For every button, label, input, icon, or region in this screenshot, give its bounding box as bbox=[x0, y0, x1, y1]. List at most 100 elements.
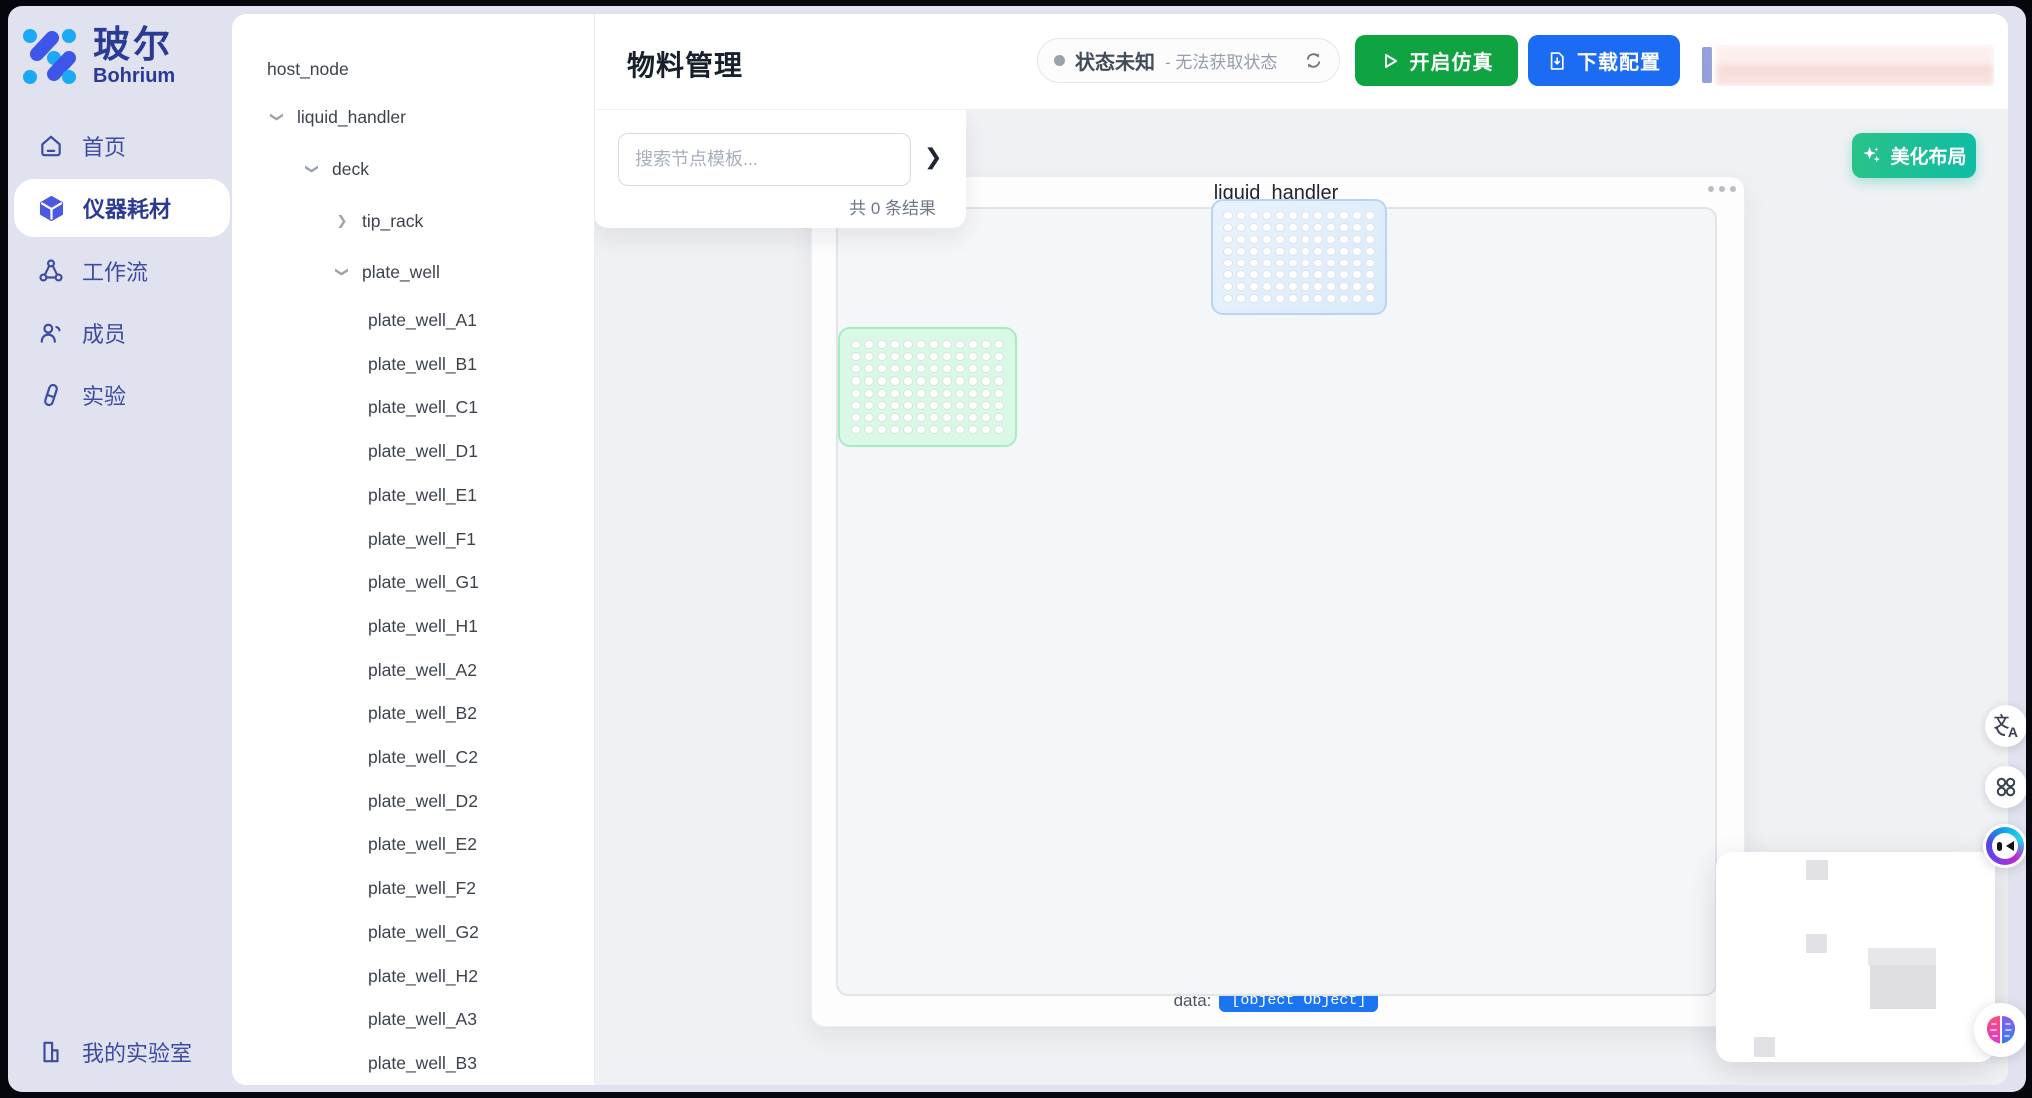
well bbox=[1223, 235, 1233, 244]
well bbox=[994, 425, 1004, 434]
well bbox=[1313, 211, 1323, 220]
search-input[interactable] bbox=[618, 133, 911, 186]
tree-item-plate_well_G2[interactable]: plate_well_G2 bbox=[368, 920, 479, 944]
tree-item-label: plate_well_C1 bbox=[368, 397, 478, 417]
tree-item-plate_well_C1[interactable]: plate_well_C1 bbox=[368, 395, 478, 419]
well bbox=[1352, 211, 1362, 220]
well bbox=[1301, 247, 1311, 256]
sidebar-item-members[interactable]: 成员 bbox=[14, 309, 230, 357]
well bbox=[1365, 247, 1375, 256]
download-config-button[interactable]: 下载配置 bbox=[1528, 35, 1680, 86]
well bbox=[1223, 211, 1233, 220]
well bbox=[877, 364, 887, 373]
tree-item-liquid_handler[interactable]: ❯liquid_handler bbox=[297, 105, 406, 129]
well bbox=[1262, 282, 1272, 291]
tree-item-plate_well_D2[interactable]: plate_well_D2 bbox=[368, 789, 478, 813]
sidebar-item-workflow[interactable]: 工作流 bbox=[14, 247, 230, 295]
tree-item-plate_well_F1[interactable]: plate_well_F1 bbox=[368, 527, 476, 551]
tree-item-plate_well_H1[interactable]: plate_well_H1 bbox=[368, 614, 478, 638]
chevron-down-icon[interactable]: ❯ bbox=[300, 162, 324, 176]
ellipsis-icon[interactable] bbox=[1708, 186, 1736, 192]
sidebar-item-home[interactable]: 首页 bbox=[14, 122, 230, 170]
well bbox=[968, 376, 978, 385]
well bbox=[1249, 282, 1259, 291]
node-search-panel: ❯ 共 0 条结果 bbox=[595, 110, 966, 228]
well bbox=[1236, 259, 1246, 268]
well bbox=[1275, 223, 1285, 232]
well bbox=[864, 401, 874, 410]
translate-button[interactable]: 文A bbox=[1985, 705, 2026, 747]
well bbox=[1326, 247, 1336, 256]
chevron-down-icon[interactable]: ❯ bbox=[330, 265, 354, 279]
well bbox=[877, 340, 887, 349]
tree-item-plate_well_C2[interactable]: plate_well_C2 bbox=[368, 745, 478, 769]
well bbox=[1301, 211, 1311, 220]
tree-item-plate_well_H2[interactable]: plate_well_H2 bbox=[368, 964, 478, 988]
well bbox=[955, 413, 965, 422]
well bbox=[1288, 259, 1298, 268]
tip-rack-plate[interactable] bbox=[1211, 199, 1387, 315]
layout-canvas: liquid_handler data: [object Object] 美化布… bbox=[595, 110, 2008, 1085]
well bbox=[1339, 270, 1349, 279]
home-icon bbox=[38, 133, 64, 159]
well bbox=[1339, 282, 1349, 291]
tree-item-plate_well_B3[interactable]: plate_well_B3 bbox=[368, 1051, 477, 1075]
well bbox=[864, 340, 874, 349]
tree-item-plate_well_F2[interactable]: plate_well_F2 bbox=[368, 876, 476, 900]
well bbox=[1249, 223, 1259, 232]
tree-item-plate_well_E1[interactable]: plate_well_E1 bbox=[368, 483, 477, 507]
tree-item-deck[interactable]: ❯deck bbox=[332, 157, 369, 181]
sidebar-item-instruments[interactable]: 仪器耗材 bbox=[14, 179, 230, 237]
start-simulation-button[interactable]: 开启仿真 bbox=[1355, 35, 1518, 86]
sidebar-item-my-lab[interactable]: 我的实验室 bbox=[14, 1028, 230, 1076]
ai-brain-button[interactable] bbox=[1974, 1003, 2026, 1057]
tree-item-host_node[interactable]: host_node bbox=[267, 57, 349, 81]
well bbox=[1288, 235, 1298, 244]
well bbox=[1301, 259, 1311, 268]
well bbox=[1288, 294, 1298, 303]
tree-item-plate_well_G1[interactable]: plate_well_G1 bbox=[368, 570, 479, 594]
tree-item-plate_well_D1[interactable]: plate_well_D1 bbox=[368, 439, 478, 463]
well bbox=[890, 389, 900, 398]
tree-item-plate_well[interactable]: ❯plate_well bbox=[362, 260, 440, 284]
well bbox=[890, 413, 900, 422]
sidebar-item-experiments[interactable]: 实验 bbox=[14, 371, 230, 419]
well bbox=[968, 401, 978, 410]
refresh-icon[interactable] bbox=[1304, 51, 1323, 70]
well bbox=[981, 389, 991, 398]
well bbox=[1326, 235, 1336, 244]
robot-assistant-button[interactable] bbox=[1983, 824, 2026, 868]
logo-subtitle: Bohrium bbox=[93, 65, 175, 87]
well bbox=[1339, 223, 1349, 232]
well-plate[interactable] bbox=[838, 327, 1017, 447]
sidebar-item-label: 实验 bbox=[82, 379, 126, 411]
apps-button[interactable] bbox=[1985, 766, 2026, 808]
tree-item-plate_well_A3[interactable]: plate_well_A3 bbox=[368, 1007, 477, 1031]
well bbox=[1236, 223, 1246, 232]
chevron-down-icon[interactable]: ❯ bbox=[265, 110, 289, 124]
sidebar-footer-label: 我的实验室 bbox=[82, 1036, 192, 1068]
members-icon bbox=[38, 320, 64, 346]
tree-item-tip_rack[interactable]: ❯tip_rack bbox=[362, 209, 423, 233]
minimap[interactable] bbox=[1716, 852, 1995, 1062]
well bbox=[916, 389, 926, 398]
tree-item-plate_well_B1[interactable]: plate_well_B1 bbox=[368, 352, 477, 376]
tree-item-plate_well_A1[interactable]: plate_well_A1 bbox=[368, 308, 477, 332]
tree-item-plate_well_B2[interactable]: plate_well_B2 bbox=[368, 701, 477, 725]
liquid-handler-node[interactable] bbox=[836, 207, 1717, 996]
beautify-layout-button[interactable]: 美化布局 bbox=[1852, 133, 1976, 178]
well bbox=[968, 389, 978, 398]
well bbox=[1288, 247, 1298, 256]
search-submit-chevron-icon[interactable]: ❯ bbox=[924, 144, 942, 170]
chevron-right-icon[interactable]: ❯ bbox=[335, 209, 349, 233]
well bbox=[1288, 223, 1298, 232]
sparkles-icon bbox=[1861, 145, 1882, 166]
well bbox=[890, 376, 900, 385]
start-simulation-label: 开启仿真 bbox=[1410, 46, 1494, 75]
tree-item-plate_well_A2[interactable]: plate_well_A2 bbox=[368, 658, 477, 682]
well bbox=[994, 401, 1004, 410]
well bbox=[955, 425, 965, 434]
tree-item-plate_well_E2[interactable]: plate_well_E2 bbox=[368, 832, 477, 856]
well bbox=[851, 376, 861, 385]
well bbox=[851, 340, 861, 349]
